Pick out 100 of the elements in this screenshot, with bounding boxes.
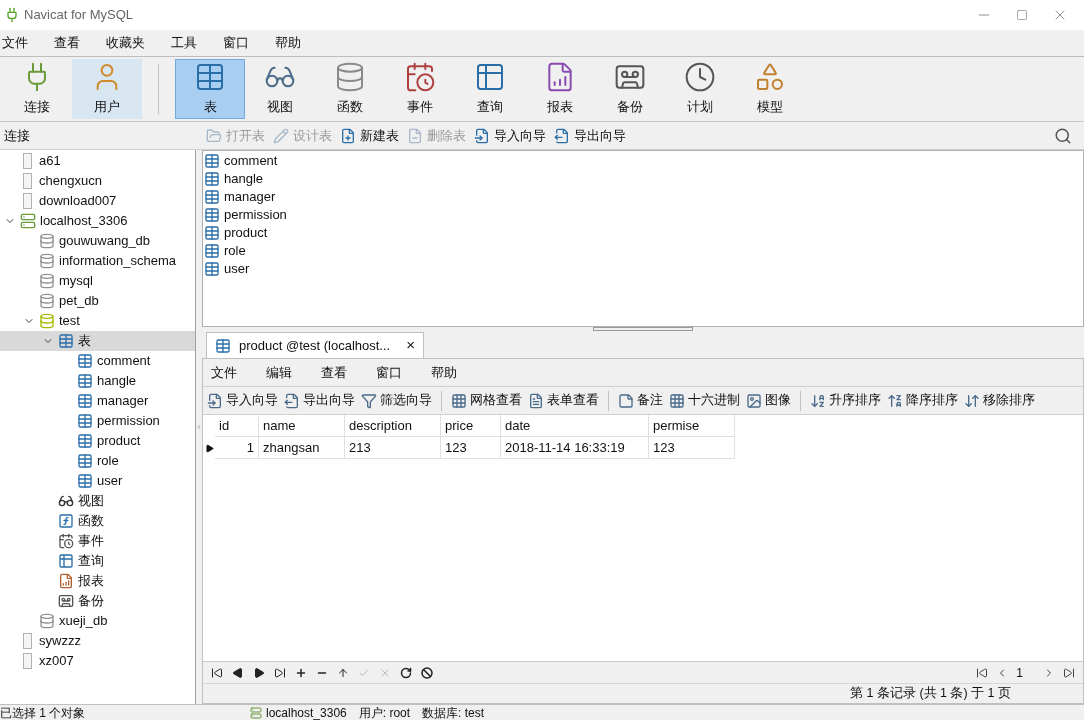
menu-item[interactable]: 收藏夹	[106, 33, 145, 53]
toolbar-button[interactable]: 连接	[2, 59, 72, 119]
menu-item[interactable]: 文件	[211, 362, 237, 383]
object-list-item[interactable]: product	[203, 224, 1083, 242]
close-button[interactable]: ×	[406, 334, 415, 357]
menu-item[interactable]: 编辑	[266, 362, 292, 383]
column-header[interactable]: id	[215, 415, 259, 437]
calendar-clock-icon	[404, 61, 436, 94]
tree-item[interactable]: 表	[0, 331, 195, 351]
toolbar-button[interactable]: 新建表	[340, 125, 399, 146]
toolbar-button[interactable]: 筛选向导	[361, 391, 432, 410]
tab[interactable]: product @test (localhost... ×	[206, 332, 424, 358]
last-record-icon[interactable]	[274, 666, 286, 679]
tree-item[interactable]: xueji_db	[0, 611, 195, 631]
object-list-item[interactable]: comment	[203, 152, 1083, 170]
last-page-icon[interactable]	[1063, 666, 1075, 679]
tree-item[interactable]: role	[0, 451, 195, 471]
menu-item[interactable]: 帮助	[431, 362, 457, 383]
menu-item[interactable]: 查看	[321, 362, 347, 383]
toolbar-button[interactable]: 导入向导	[474, 125, 546, 146]
toolbar-button[interactable]: 模型	[735, 59, 805, 119]
up-arrow-icon[interactable]	[337, 666, 349, 679]
toolbar-button[interactable]: 计划	[665, 59, 735, 119]
refresh-icon[interactable]	[400, 666, 412, 679]
search-icon[interactable]	[1054, 126, 1072, 145]
tree-item[interactable]: information_schema	[0, 251, 195, 271]
tree-item[interactable]: product	[0, 431, 195, 451]
toolbar-button[interactable]: 表单查看	[528, 391, 599, 410]
tree-item[interactable]: 视图	[0, 491, 195, 511]
previous-record-icon[interactable]	[232, 666, 244, 679]
table-icon	[58, 553, 74, 569]
toolbar-button[interactable]: 导出向导	[284, 391, 355, 410]
table-icon	[77, 353, 93, 369]
toolbar-button[interactable]: 函数	[315, 59, 385, 119]
toolbar-button[interactable]: 视图	[245, 59, 315, 119]
tree-item[interactable]: pet_db	[0, 291, 195, 311]
column-header[interactable]: date	[501, 415, 649, 437]
add-icon[interactable]	[295, 666, 307, 679]
tree-item[interactable]: hangle	[0, 371, 195, 391]
tree-item[interactable]: user	[0, 471, 195, 491]
toolbar-button[interactable]: 备份	[595, 59, 665, 119]
menu-item[interactable]: 查看	[54, 33, 80, 53]
tree-item[interactable]: a61	[0, 151, 195, 171]
toolbar-button[interactable]: 升序排序	[810, 391, 881, 410]
first-record-icon[interactable]	[211, 666, 223, 679]
tree-item[interactable]: chengxucn	[0, 171, 195, 191]
database-icon	[39, 313, 55, 329]
object-list-item[interactable]: permission	[203, 206, 1083, 224]
tree-item[interactable]: permission	[0, 411, 195, 431]
tree-item[interactable]: mysql	[0, 271, 195, 291]
toolbar-button[interactable]: 事件	[385, 59, 455, 119]
column-header[interactable]: permise	[649, 415, 735, 437]
file-chart-icon	[58, 573, 74, 589]
object-list-item[interactable]: hangle	[203, 170, 1083, 188]
maximize-icon[interactable]	[1016, 9, 1028, 21]
tree-item[interactable]: download007	[0, 191, 195, 211]
toolbar-button[interactable]: 查询	[455, 59, 525, 119]
tree-item[interactable]: 备份	[0, 591, 195, 611]
column-header[interactable]: name	[259, 415, 345, 437]
table-icon	[77, 473, 93, 489]
menu-item[interactable]: 工具	[171, 33, 197, 53]
first-page-icon[interactable]	[976, 666, 989, 679]
toolbar-button[interactable]: 十六进制	[669, 391, 740, 410]
table-cell: 123	[649, 437, 735, 459]
next-record-icon[interactable]	[253, 666, 265, 679]
tree-item[interactable]: 事件	[0, 531, 195, 551]
toolbar-button[interactable]: 备注	[618, 391, 663, 410]
clock-icon	[684, 61, 716, 94]
sidebar-title: 连接	[3, 126, 31, 145]
tree-item[interactable]: localhost_3306	[0, 211, 195, 231]
menu-item[interactable]: 帮助	[275, 33, 301, 53]
object-list-item[interactable]: role	[203, 242, 1083, 260]
tree-item[interactable]: gouwuwang_db	[0, 231, 195, 251]
toolbar-button[interactable]: 报表	[525, 59, 595, 119]
toolbar-button[interactable]: 表	[175, 59, 245, 119]
stop-icon[interactable]	[421, 666, 433, 679]
tree-item[interactable]: manager	[0, 391, 195, 411]
tree-item[interactable]: sywzzz	[0, 631, 195, 651]
toolbar-button[interactable]: 降序排序	[887, 391, 958, 410]
menu-item[interactable]: 文件	[2, 33, 28, 53]
toolbar-button[interactable]: 用户	[72, 59, 142, 119]
tree-item[interactable]: comment	[0, 351, 195, 371]
toolbar-button[interactable]: 图像	[746, 391, 791, 410]
database-icon	[39, 253, 55, 269]
tree-item[interactable]: 查询	[0, 551, 195, 571]
table-cell: 123	[441, 437, 501, 459]
toolbar-button[interactable]: 导入向导	[207, 391, 278, 410]
tree-item[interactable]: 报表	[0, 571, 195, 591]
column-header[interactable]: description	[345, 415, 441, 437]
object-list-item[interactable]: user	[203, 260, 1083, 278]
toolbar-button[interactable]: 网格查看	[451, 391, 522, 410]
object-list-item[interactable]: manager	[203, 188, 1083, 206]
menu-item[interactable]: 窗口	[223, 33, 249, 53]
menu-item[interactable]: 窗口	[376, 362, 402, 383]
tree-item[interactable]: test	[0, 311, 195, 331]
toolbar-button[interactable]: 导出向导	[554, 125, 626, 146]
tree-item[interactable]: 函数	[0, 511, 195, 531]
tree-item[interactable]: xz007	[0, 651, 195, 671]
toolbar-button[interactable]: 移除排序	[964, 391, 1035, 410]
column-header[interactable]: price	[441, 415, 501, 437]
